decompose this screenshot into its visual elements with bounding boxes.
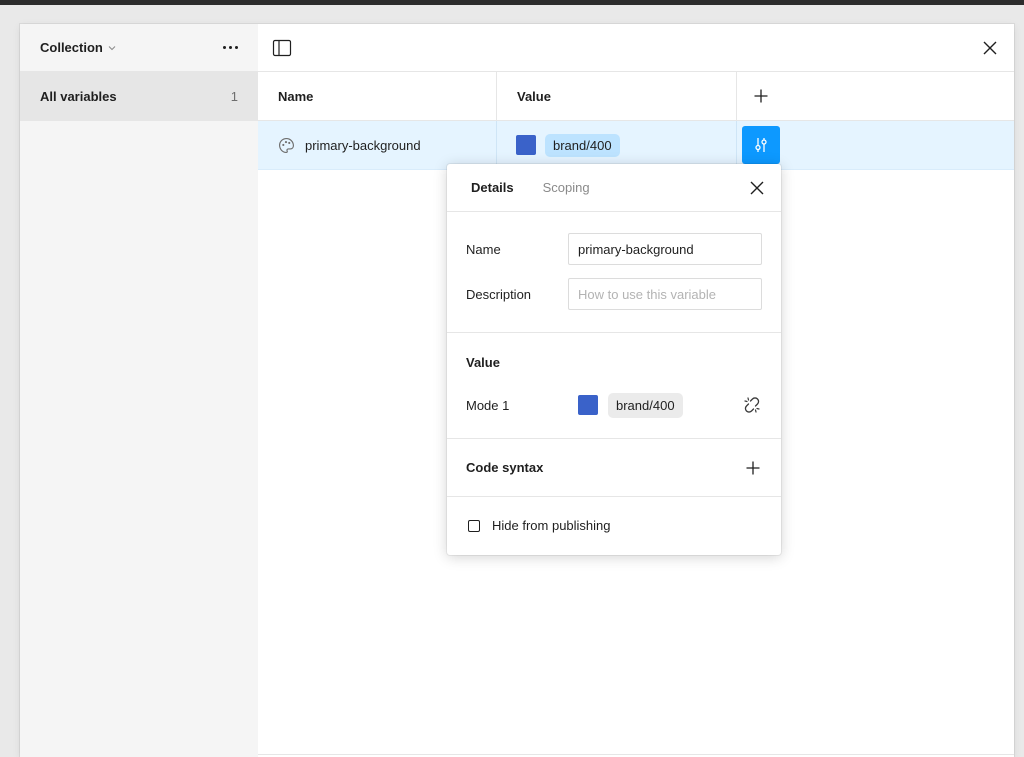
table-row[interactable]: primary-background brand/400 — [258, 121, 1014, 170]
app-top-bar — [0, 0, 1024, 5]
plus-icon[interactable] — [746, 461, 760, 475]
collection-title: Collection — [40, 40, 103, 55]
hide-from-publishing-label: Hide from publishing — [492, 518, 611, 533]
close-icon[interactable] — [982, 40, 998, 56]
more-horizontal-icon — [223, 46, 226, 49]
variable-name: primary-background — [305, 137, 421, 153]
name-label: Name — [466, 241, 501, 257]
plus-icon — [754, 89, 768, 103]
collection-switcher[interactable]: Collection — [40, 40, 117, 55]
detach-link-icon[interactable] — [742, 395, 762, 415]
description-input[interactable] — [568, 278, 762, 310]
alias-pill: brand/400 — [608, 392, 683, 418]
more-options-button[interactable] — [217, 40, 244, 55]
sidebar-header: Collection — [20, 24, 258, 72]
sidebar-item-all-variables[interactable]: All variables 1 — [20, 72, 258, 121]
variable-name-cell[interactable]: primary-background — [258, 121, 497, 169]
column-header-name: Name — [258, 72, 497, 120]
mode-row: Mode 1 brand/400 — [466, 389, 762, 421]
name-input[interactable] — [568, 233, 762, 265]
tab-scoping[interactable]: Scoping — [543, 180, 590, 195]
adjust-sliders-icon — [755, 138, 767, 152]
description-row: Description — [466, 278, 762, 310]
mode-label: Mode 1 — [466, 397, 510, 413]
value-section: Value Mode 1 brand/400 — [447, 333, 781, 439]
edit-variable-popover: Details Scoping Name Description Value M… — [447, 164, 781, 555]
collections-sidebar: Collection All variables 1 — [20, 24, 258, 757]
description-label: Description — [466, 286, 532, 302]
alias-pill: brand/400 — [545, 133, 620, 157]
close-icon[interactable] — [750, 181, 764, 195]
table-header: Name Value — [258, 72, 1014, 121]
publishing-section: Hide from publishing — [447, 497, 781, 554]
color-swatch — [578, 395, 598, 415]
variable-value-cell[interactable]: brand/400 — [497, 121, 737, 169]
mode-value[interactable]: brand/400 — [578, 392, 683, 418]
name-row: Name — [466, 233, 762, 265]
column-header-value: Value — [497, 72, 737, 120]
popover-tabs: Details Scoping — [447, 164, 781, 212]
sidebar-panel-icon[interactable] — [272, 38, 292, 58]
code-syntax-section: Code syntax — [447, 439, 781, 497]
color-swatch — [516, 135, 536, 155]
palette-icon — [279, 137, 294, 153]
main-toolbar — [258, 24, 1014, 72]
bottom-divider — [258, 754, 1014, 755]
add-mode-button[interactable] — [737, 72, 785, 120]
chevron-down-icon — [108, 45, 116, 50]
tab-details[interactable]: Details — [471, 180, 514, 195]
sidebar-item-count: 1 — [230, 89, 238, 104]
sidebar-item-label: All variables — [40, 89, 117, 104]
code-syntax-title: Code syntax — [466, 460, 544, 475]
edit-variable-button[interactable] — [742, 126, 780, 164]
hide-from-publishing-checkbox[interactable] — [468, 519, 480, 532]
details-section: Name Description — [447, 212, 781, 333]
value-section-title: Value — [466, 355, 500, 370]
